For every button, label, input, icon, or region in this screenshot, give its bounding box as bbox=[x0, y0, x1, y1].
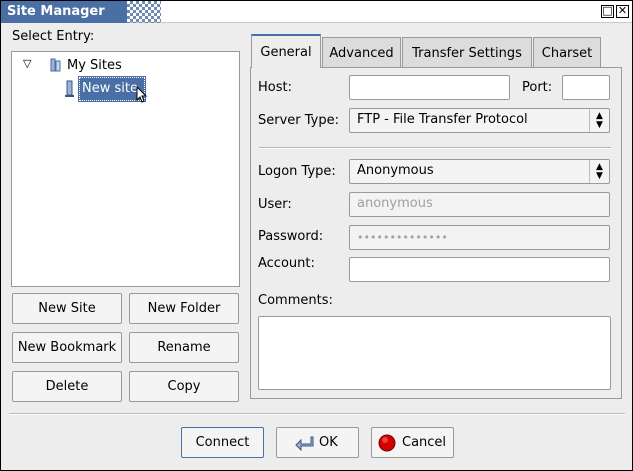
cancel-button[interactable]: Cancel bbox=[371, 427, 454, 458]
host-input[interactable] bbox=[349, 75, 510, 100]
logon-type-value: Anonymous bbox=[357, 163, 434, 178]
tab-charset[interactable]: Charset bbox=[533, 37, 601, 68]
site-manager-window: Site Manager □ ✕ Select Entry: ▽ My Site… bbox=[0, 0, 633, 471]
new-bookmark-button[interactable]: New Bookmark bbox=[12, 332, 122, 363]
ok-button[interactable]: OK bbox=[276, 427, 359, 458]
updown-arrow-icon: ▲ ▼ bbox=[589, 160, 609, 183]
updown-arrow-icon: ▲ ▼ bbox=[589, 109, 609, 132]
ok-label: OK bbox=[319, 435, 338, 450]
port-label: Port: bbox=[522, 80, 553, 95]
comments-textarea[interactable] bbox=[258, 316, 611, 390]
port-input[interactable] bbox=[562, 75, 610, 100]
logon-type-label: Logon Type: bbox=[258, 164, 336, 179]
tree-expander-icon[interactable]: ▽ bbox=[23, 57, 31, 70]
window-title: Site Manager bbox=[1, 1, 127, 23]
server-icon bbox=[64, 80, 76, 98]
host-label: Host: bbox=[258, 80, 292, 95]
mouse-cursor-icon bbox=[136, 85, 148, 104]
tab-advanced[interactable]: Advanced bbox=[322, 37, 401, 68]
server-type-select[interactable]: FTP - File Transfer Protocol ▲ ▼ bbox=[349, 108, 610, 133]
rename-button[interactable]: Rename bbox=[129, 332, 239, 363]
account-label: Account: bbox=[258, 256, 315, 271]
user-label: User: bbox=[258, 197, 292, 212]
return-arrow-icon bbox=[295, 435, 315, 451]
server-type-label: Server Type: bbox=[258, 113, 340, 128]
user-input[interactable]: anonymous bbox=[349, 192, 610, 217]
title-decoration bbox=[127, 1, 161, 23]
server-type-value: FTP - File Transfer Protocol bbox=[357, 112, 528, 127]
close-button[interactable]: ✕ bbox=[616, 5, 629, 18]
section-divider bbox=[259, 147, 611, 149]
folder-icon bbox=[48, 57, 64, 73]
cancel-icon bbox=[378, 434, 396, 452]
tree-item-my-sites[interactable]: My Sites bbox=[67, 58, 122, 73]
logon-type-select[interactable]: Anonymous ▲ ▼ bbox=[349, 159, 610, 184]
new-folder-button[interactable]: New Folder bbox=[129, 293, 239, 324]
password-label: Password: bbox=[258, 229, 324, 244]
new-site-button[interactable]: New Site bbox=[12, 293, 122, 324]
comments-label: Comments: bbox=[258, 293, 333, 308]
maximize-button[interactable]: □ bbox=[601, 5, 614, 18]
title-bar[interactable]: Site Manager □ ✕ bbox=[1, 1, 632, 23]
tab-transfer-settings[interactable]: Transfer Settings bbox=[402, 37, 532, 68]
delete-button[interactable]: Delete bbox=[12, 371, 122, 402]
connect-button[interactable]: Connect bbox=[181, 427, 264, 458]
cancel-label: Cancel bbox=[402, 435, 447, 450]
footer-divider bbox=[9, 413, 625, 415]
account-input[interactable] bbox=[349, 257, 610, 282]
password-input[interactable]: •••••••••••••• bbox=[349, 225, 610, 250]
copy-button[interactable]: Copy bbox=[129, 371, 239, 402]
select-entry-label: Select Entry: bbox=[12, 29, 95, 44]
tab-general[interactable]: General bbox=[251, 34, 321, 68]
site-tree[interactable]: ▽ My Sites New site bbox=[11, 51, 240, 287]
